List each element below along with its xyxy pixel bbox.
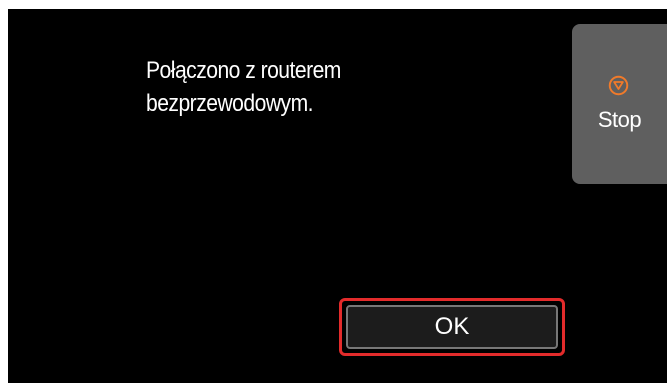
printer-touchscreen: Połączono z routerem bezprzewodowym. Sto… <box>8 9 667 383</box>
stop-icon <box>608 75 629 96</box>
stop-button[interactable]: Stop <box>572 24 667 184</box>
connection-message: Połączono z routerem bezprzewodowym. <box>146 54 480 120</box>
message-line-1: Połączono z routerem <box>146 57 341 84</box>
message-line-2: bezprzewodowym. <box>146 90 314 117</box>
stop-label: Stop <box>597 107 642 132</box>
ok-button[interactable]: OK <box>346 305 558 349</box>
